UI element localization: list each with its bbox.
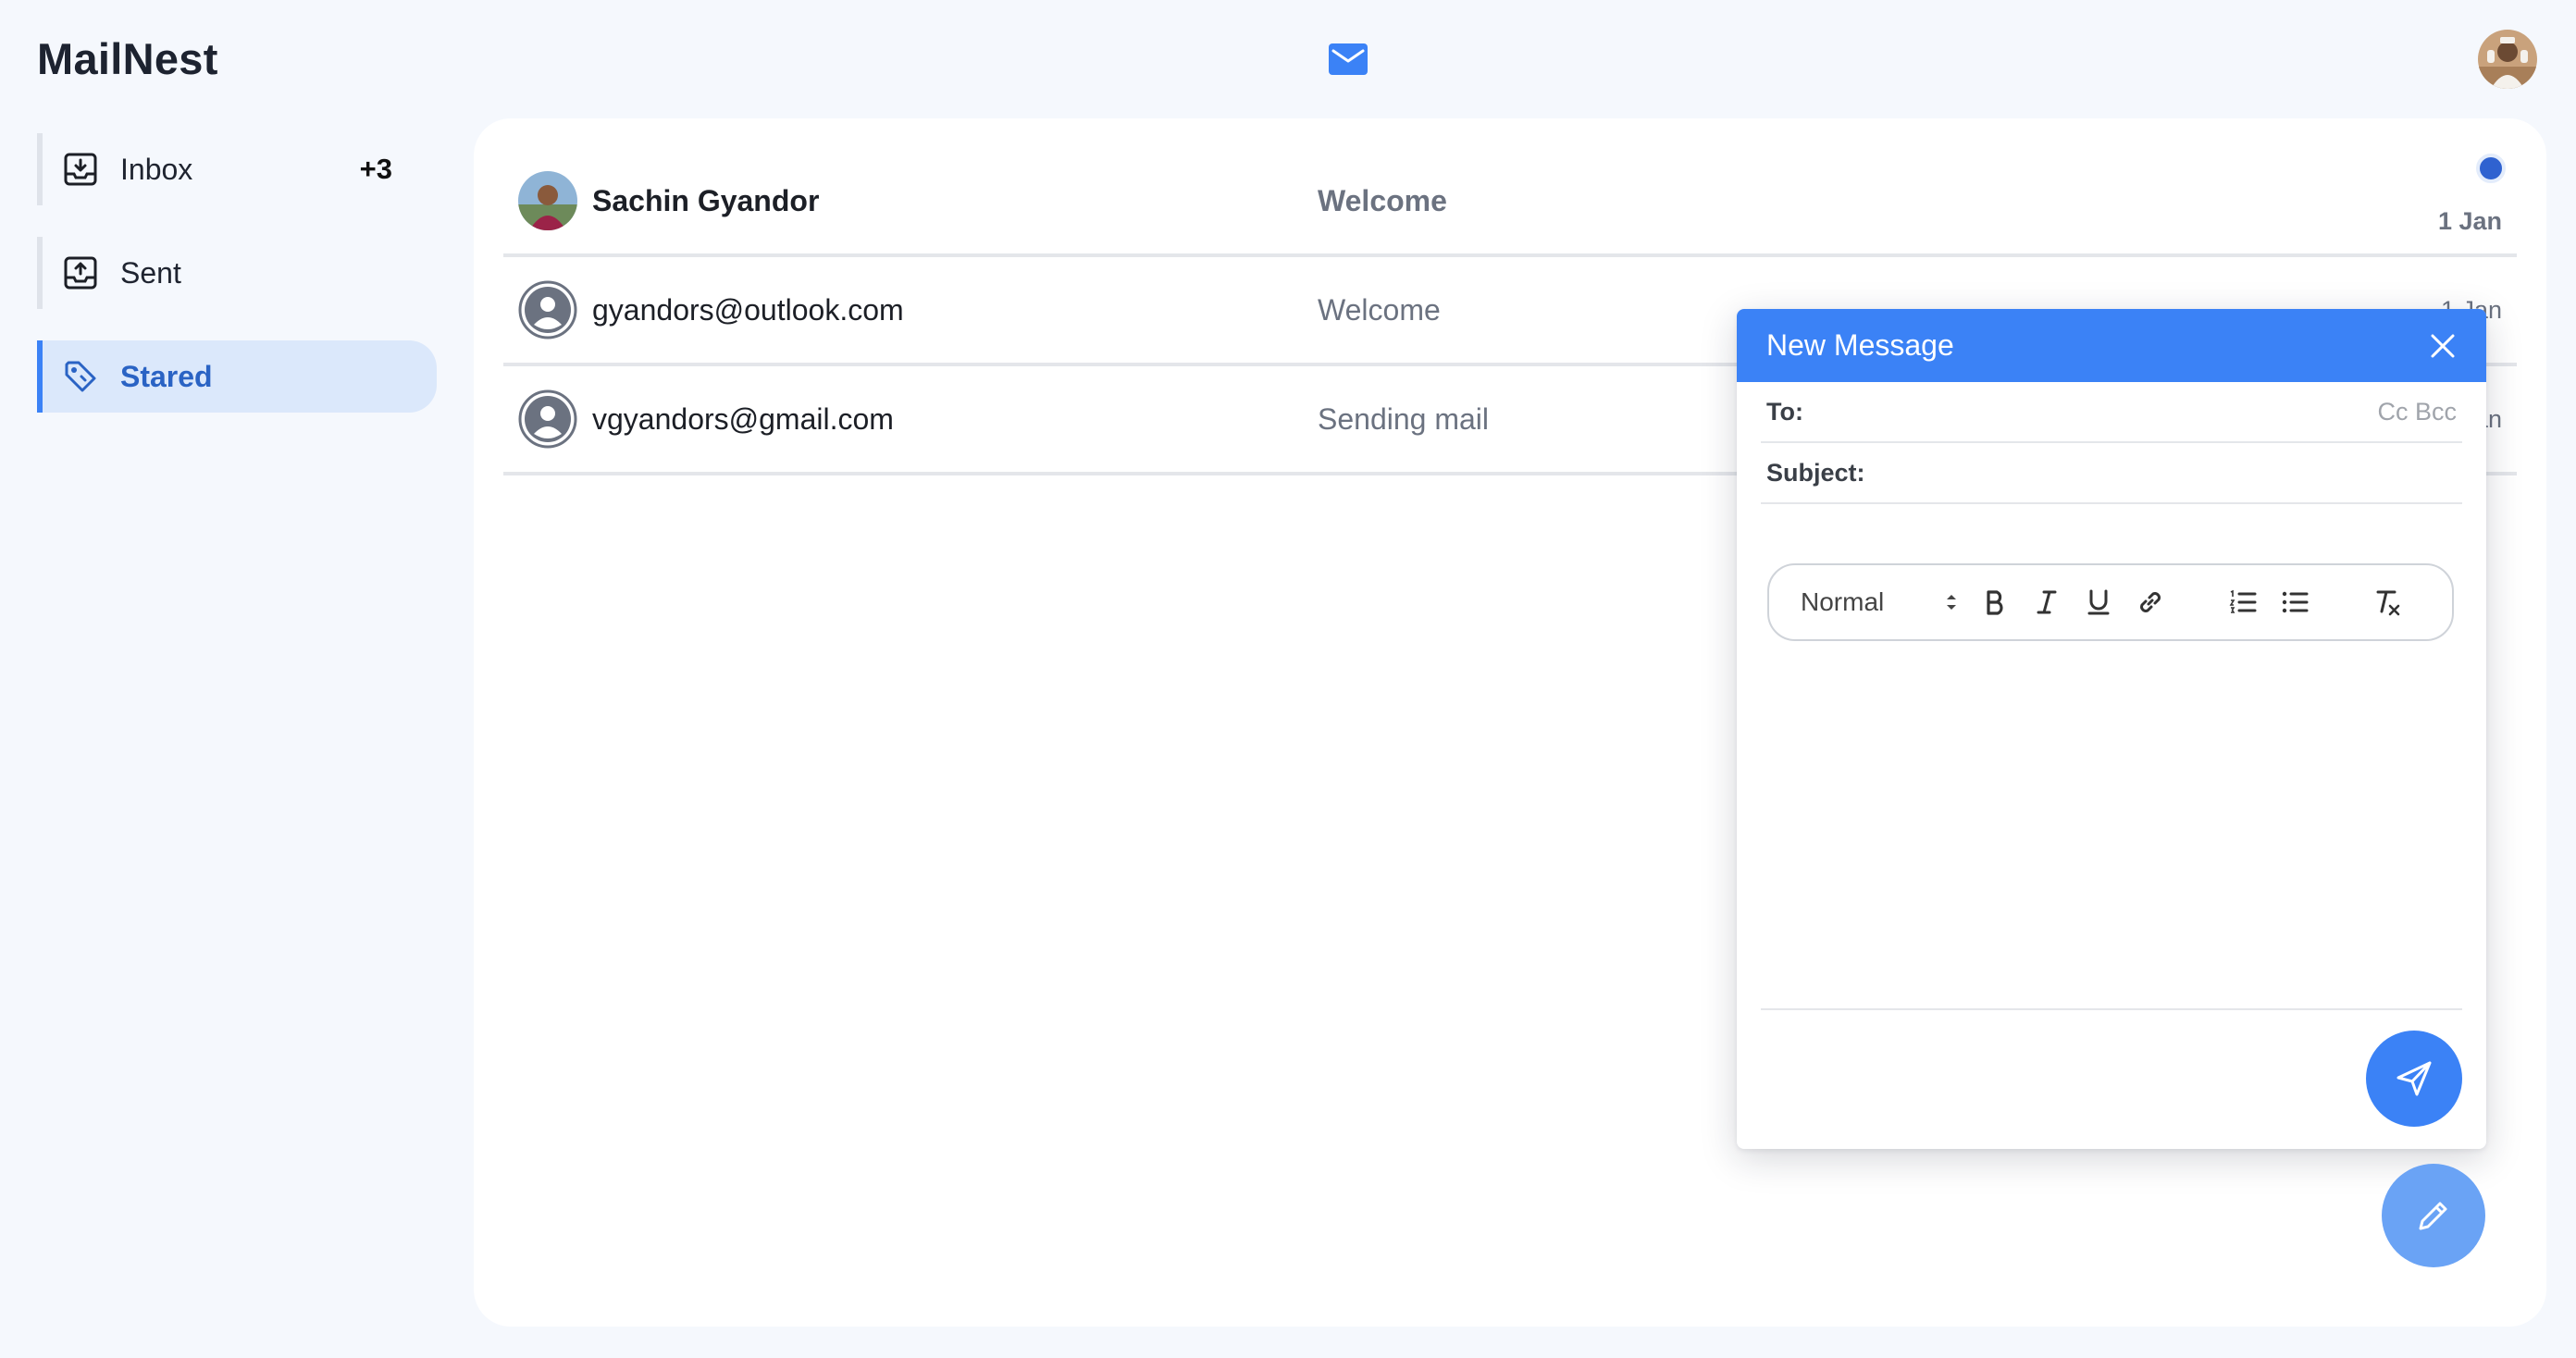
message-body-editor[interactable] bbox=[1761, 660, 2462, 1010]
select-arrows-icon bbox=[1947, 595, 1956, 610]
unread-count-badge: +3 bbox=[359, 153, 392, 185]
pencil-icon bbox=[2419, 1202, 2447, 1230]
sidebar-item-label: Sent bbox=[120, 255, 181, 290]
mail-sender: Sachin Gyandor bbox=[592, 183, 820, 217]
default-user-icon bbox=[518, 389, 577, 449]
user-avatar[interactable] bbox=[2478, 30, 2537, 89]
envelope-icon[interactable] bbox=[1328, 43, 1368, 76]
mail-sender: gyandors@outlook.com bbox=[592, 292, 904, 327]
close-icon[interactable] bbox=[2429, 332, 2457, 360]
to-field-row: To: Cc Bcc bbox=[1761, 382, 2462, 443]
sidebar-item-inbox[interactable]: Inbox +3 bbox=[37, 133, 437, 205]
mail-subject: Sending mail bbox=[1318, 401, 1489, 436]
compose-window: New Message To: Cc Bcc Subject: Normal bbox=[1737, 309, 2486, 1149]
sidebar: Inbox +3 Sent Stared bbox=[37, 133, 437, 444]
tag-icon bbox=[63, 359, 98, 394]
subject-label: Subject: bbox=[1766, 458, 1865, 487]
compose-header: New Message bbox=[1737, 309, 2486, 382]
send-button[interactable] bbox=[2366, 1031, 2462, 1127]
sidebar-item-stared[interactable]: Stared bbox=[37, 340, 437, 413]
unread-indicator bbox=[2476, 154, 2506, 183]
italic-icon[interactable] bbox=[2032, 587, 2062, 617]
send-icon bbox=[2396, 1061, 2432, 1096]
mail-subject: Welcome bbox=[1318, 292, 1441, 327]
compose-button[interactable] bbox=[2382, 1164, 2485, 1267]
mail-date: 1 Jan bbox=[2437, 207, 2502, 235]
inbox-download-icon bbox=[63, 152, 98, 187]
to-input[interactable] bbox=[1814, 396, 2378, 427]
mail-subject: Welcome bbox=[1318, 183, 1447, 217]
underline-icon[interactable] bbox=[2084, 587, 2113, 617]
cc-bcc-toggle[interactable]: Cc Bcc bbox=[2377, 398, 2457, 426]
sender-avatar bbox=[518, 171, 577, 230]
link-icon[interactable] bbox=[2136, 587, 2165, 617]
ordered-list-icon[interactable] bbox=[2228, 587, 2258, 617]
outbox-upload-icon bbox=[63, 255, 98, 290]
bold-icon[interactable] bbox=[1980, 587, 2010, 617]
text-style-select[interactable]: Normal bbox=[1801, 587, 1958, 617]
sidebar-item-sent[interactable]: Sent bbox=[37, 237, 437, 309]
app-title: MailNest bbox=[37, 34, 218, 83]
to-label: To: bbox=[1766, 397, 1803, 426]
text-style-value: Normal bbox=[1801, 587, 1885, 616]
default-user-icon bbox=[518, 280, 577, 340]
formatting-toolbar: Normal bbox=[1767, 563, 2454, 641]
compose-title: New Message bbox=[1766, 328, 1954, 362]
mail-row[interactable]: Sachin Gyandor Welcome 1 Jan bbox=[503, 148, 2517, 257]
sidebar-item-label: Stared bbox=[120, 359, 213, 393]
sidebar-item-label: Inbox bbox=[120, 152, 193, 186]
subject-field-row: Subject: bbox=[1761, 443, 2462, 504]
subject-input[interactable] bbox=[1876, 457, 2462, 488]
bullet-list-icon[interactable] bbox=[2280, 587, 2310, 617]
clear-format-icon[interactable] bbox=[2372, 587, 2402, 617]
mail-sender: vgyandors@gmail.com bbox=[592, 401, 894, 436]
